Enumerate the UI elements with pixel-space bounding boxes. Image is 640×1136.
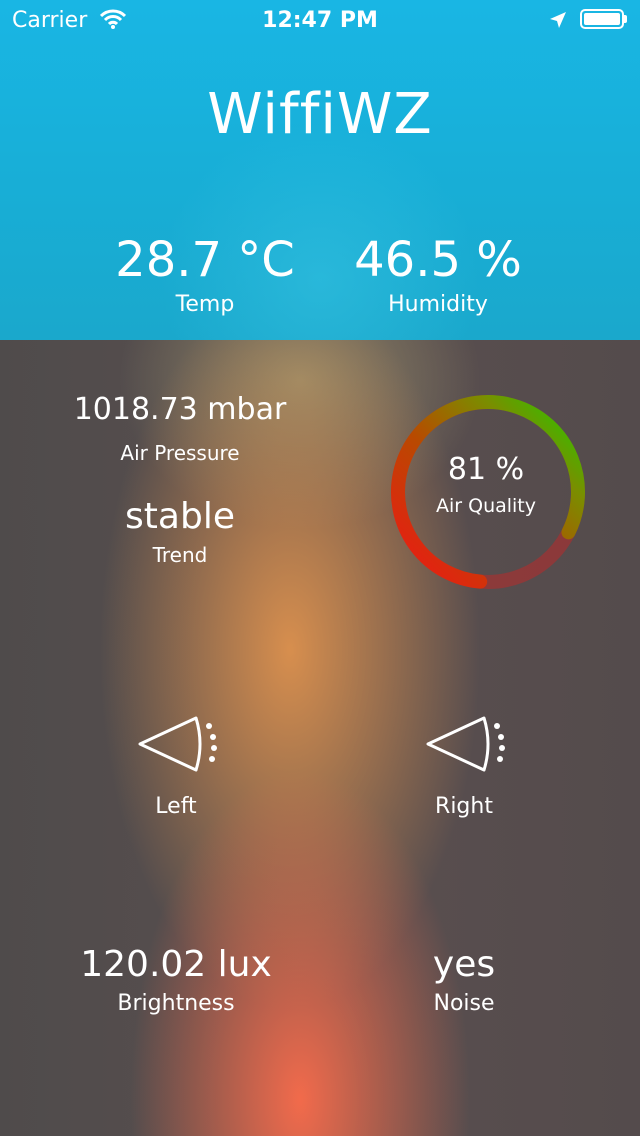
battery-icon — [580, 9, 624, 29]
noise-readout: yes Noise — [364, 944, 564, 1016]
trend-label: Trend — [152, 543, 208, 567]
location-arrow-icon — [548, 10, 568, 36]
humidity-readout: 46.5 % Humidity — [328, 232, 548, 317]
temperature-readout: 28.7 °C Temp — [95, 232, 315, 317]
motion-left-label: Left — [155, 794, 197, 819]
trend-value: stable — [125, 496, 235, 537]
brightness-label: Brightness — [117, 991, 235, 1016]
temperature-label: Temp — [175, 292, 235, 317]
air-quality-value: 81 % — [447, 452, 525, 487]
air-quality-label: Air Quality — [435, 495, 537, 517]
brightness-readout: 120.02 lux Brightness — [66, 944, 286, 1016]
app-title: WiffiWZ — [207, 82, 433, 147]
humidity-value: 46.5 % — [354, 232, 522, 288]
air-quality-readout: 81 % Air Quality — [386, 452, 586, 517]
air-pressure-value: 1018.73 mbar — [73, 392, 287, 427]
air-pressure-readout: 1018.73 mbar Air Pressure — [60, 392, 300, 465]
humidity-label: Humidity — [388, 292, 488, 317]
clock: 12:47 PM — [262, 8, 378, 33]
motion-right-label: Right — [435, 794, 493, 819]
air-pressure-label: Air Pressure — [120, 441, 240, 465]
battery-level — [584, 13, 620, 25]
status-bar: Carrier 12:47 PM — [0, 0, 640, 40]
brightness-value: 120.02 lux — [80, 944, 272, 985]
motion-sensor-icon — [426, 716, 505, 772]
battery-tip — [624, 15, 627, 23]
motion-sensor-icon — [138, 716, 217, 772]
noise-value: yes — [432, 944, 496, 985]
trend-readout: stable Trend — [60, 496, 300, 567]
temperature-value: 28.7 °C — [115, 232, 295, 288]
noise-label: Noise — [433, 991, 495, 1016]
